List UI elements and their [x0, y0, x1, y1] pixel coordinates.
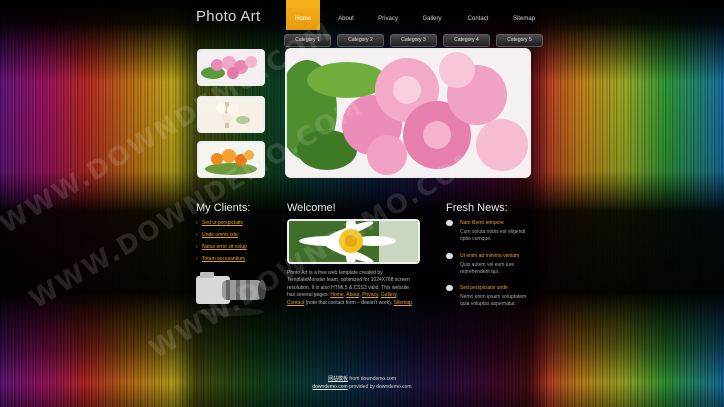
news-title-link[interactable]: Sed perspiciatis unde: [460, 285, 508, 291]
news-body: Cum soluta nobis est eligendi optio cumq…: [460, 229, 526, 243]
footer: 网站模板 from downdemo.com downdemo.com prov…: [312, 376, 412, 390]
news-heading: Fresh News:: [446, 202, 508, 214]
welcome-link-contact[interactable]: Contact: [287, 300, 304, 306]
client-link[interactable]: Unde omnis iste: [196, 231, 247, 243]
speech-bubble-icon: [446, 220, 453, 226]
clients-list: Sed ut perspiciatis Unde omnis iste Natu…: [196, 219, 247, 267]
speech-bubble-icon: [446, 285, 453, 291]
client-link[interactable]: Natus error sit volup: [196, 243, 247, 255]
category-2-button[interactable]: Category 2: [337, 34, 384, 47]
welcome-link-privacy[interactable]: Privacy: [362, 292, 378, 298]
speech-bubble-icon: [446, 253, 453, 259]
nav-about[interactable]: About: [326, 0, 366, 30]
news-body: Nemo enim ipsam voluptatem quia voluptas…: [460, 294, 527, 308]
welcome-link-about[interactable]: About: [346, 292, 359, 298]
news-title-link[interactable]: Ut enim ad minima veniam: [460, 253, 519, 259]
nav-privacy[interactable]: Privacy: [370, 0, 406, 30]
welcome-link-gallery[interactable]: Gallery: [381, 292, 396, 298]
welcome-heading: Welcome!: [287, 202, 336, 214]
category-5-button[interactable]: Category 5: [496, 34, 543, 47]
nav-sitemap[interactable]: Sitemap: [504, 0, 544, 30]
welcome-link-home[interactable]: Home: [330, 292, 343, 298]
footer-link-downdemo[interactable]: downdemo.com: [312, 384, 347, 390]
footer-link-templates[interactable]: 网站模板: [328, 376, 348, 382]
category-4-button[interactable]: Category 4: [443, 34, 490, 47]
nav-contact[interactable]: Contact: [458, 0, 498, 30]
client-link[interactable]: Sed ut perspiciatis: [196, 219, 247, 231]
news-title-link[interactable]: Nam libero tempore: [460, 220, 504, 226]
news-body: Quis autem vel eum iure reprehenderit qu…: [460, 262, 515, 276]
nav-gallery[interactable]: Gallery: [412, 0, 452, 30]
category-3-button[interactable]: Category 3: [390, 34, 437, 47]
client-link[interactable]: Totam accusantium: [196, 255, 247, 267]
site-logo[interactable]: Photo Art: [196, 8, 260, 25]
welcome-link-sitemap[interactable]: Sitemap: [394, 300, 412, 306]
